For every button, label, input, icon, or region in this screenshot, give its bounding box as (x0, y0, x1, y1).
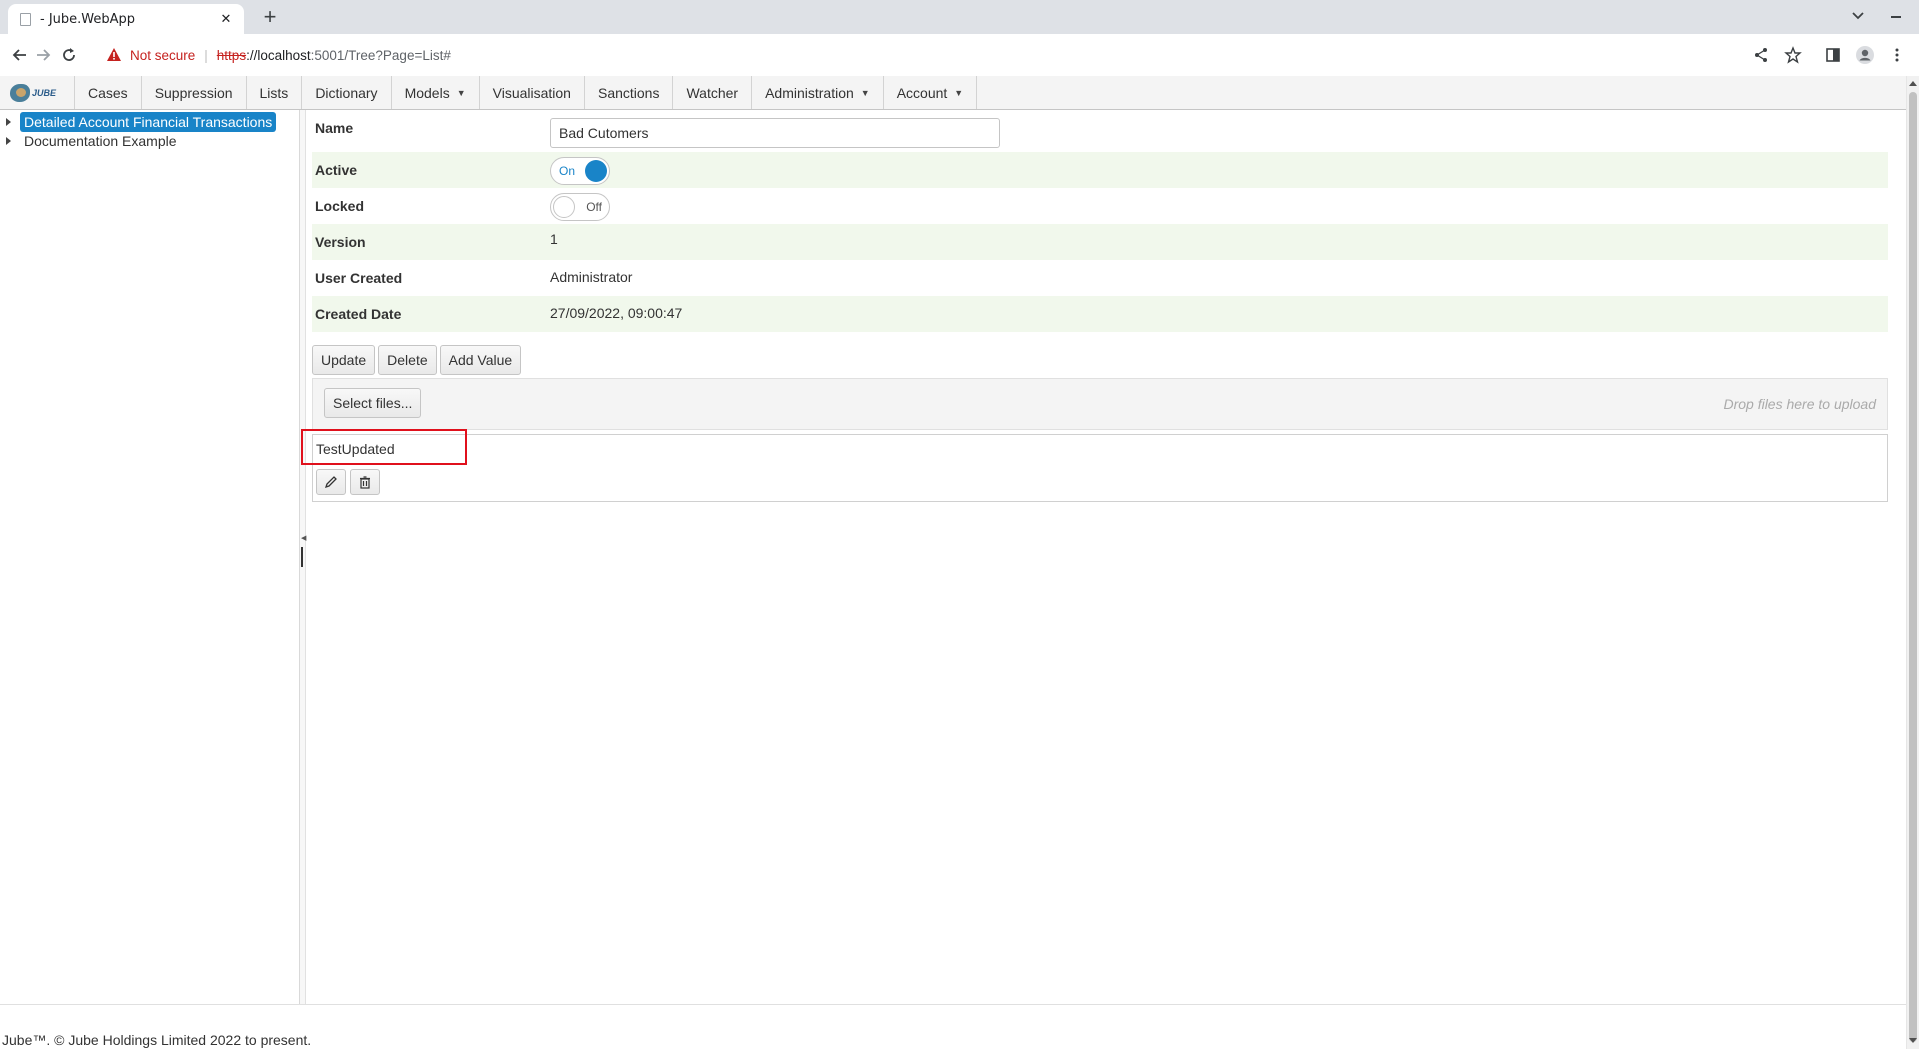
warning-icon (107, 48, 121, 61)
trash-icon (360, 476, 370, 489)
drop-zone-hint: Drop files here to upload (1723, 396, 1876, 412)
jube-logo[interactable]: JUBE (10, 83, 58, 103)
page-footer: Jube™. © Jube Holdings Limited 2022 to p… (0, 1004, 1906, 1049)
created-date-row: Created Date 27/09/2022, 09:00:47 (312, 296, 1888, 332)
browser-toolbar: Not secure | https://localhost:5001/Tree… (0, 34, 1919, 77)
delete-value-button[interactable] (350, 469, 380, 495)
list-value-item: TestUpdated (301, 429, 1888, 502)
bookmark-star-icon[interactable] (1782, 44, 1804, 66)
splitter-handle[interactable] (301, 547, 303, 567)
new-tab-icon[interactable]: + (258, 5, 282, 29)
nav-dictionary[interactable]: Dictionary (301, 76, 390, 109)
nav-cases[interactable]: Cases (74, 76, 141, 109)
select-files-button[interactable]: Select files... (324, 388, 422, 418)
profile-avatar-icon[interactable] (1854, 44, 1876, 66)
name-input[interactable] (550, 118, 1000, 148)
not-secure-label[interactable]: Not secure (130, 48, 195, 63)
expand-arrow-icon[interactable] (6, 137, 11, 145)
tree-item-documentation-example[interactable]: Documentation Example (6, 130, 181, 152)
nav-watcher[interactable]: Watcher (672, 76, 751, 109)
dropdown-caret-icon: ▼ (456, 87, 466, 98)
file-upload-area[interactable]: Select files... Drop files here to uploa… (312, 378, 1888, 430)
tree-item-label[interactable]: Documentation Example (20, 131, 181, 151)
name-row: Name (312, 110, 1888, 148)
url-scheme: https (216, 47, 247, 63)
nav-administration[interactable]: Administration ▼ (751, 76, 883, 109)
locked-toggle[interactable]: Off (550, 193, 610, 221)
share-icon[interactable] (1750, 44, 1772, 66)
jube-logo-icon (10, 84, 30, 102)
active-toggle[interactable]: On (550, 157, 610, 185)
app-menu-bar: JUBE Cases Suppression Lists Dictionary … (0, 76, 1906, 110)
delete-button[interactable]: Delete (378, 345, 437, 375)
version-label: Version (315, 234, 366, 250)
tab-title: - Jube.WebApp (40, 11, 136, 27)
active-row: Active On (312, 152, 1888, 188)
forward-arrow-icon[interactable] (31, 43, 55, 67)
user-created-row: User Created Administrator (312, 260, 1888, 296)
reload-icon[interactable] (57, 43, 81, 67)
dropdown-caret-icon: ▼ (860, 87, 870, 98)
expand-arrow-icon[interactable] (6, 118, 11, 126)
tab-search-chevron-icon[interactable] (1851, 9, 1865, 23)
page-scrollbar[interactable] (1906, 76, 1919, 1049)
browser-tab[interactable]: - Jube.WebApp ✕ (8, 4, 244, 34)
version-row: Version 1 (312, 224, 1888, 260)
window-minimize-icon[interactable] (1891, 16, 1901, 18)
page-favicon-icon (20, 12, 31, 26)
edit-value-button[interactable] (316, 469, 346, 495)
browser-menu-icon[interactable] (1886, 44, 1908, 66)
nav-visualisation[interactable]: Visualisation (478, 76, 584, 109)
active-label: Active (315, 162, 358, 178)
main-content: Name Active On Locked Off Version 1 User… (301, 110, 1906, 1004)
scrollbar-thumb[interactable] (1909, 92, 1917, 1042)
url-path: :5001/Tree?Page=List# (310, 47, 451, 63)
dropdown-caret-icon: ▼ (954, 87, 964, 98)
address-bar[interactable]: Not secure | https://localhost:5001/Tree… (106, 40, 1446, 70)
locked-label: Locked (315, 198, 365, 214)
add-value-button[interactable]: Add Value (439, 345, 522, 375)
pencil-icon (324, 476, 337, 489)
update-button[interactable]: Update (312, 345, 376, 375)
highlight-box (301, 429, 467, 465)
scroll-down-arrow-icon[interactable] (1909, 1038, 1917, 1043)
locked-row: Locked Off (312, 188, 1888, 224)
nav-lists[interactable]: Lists (245, 76, 302, 109)
version-value: 1 (550, 231, 558, 247)
browser-tabstrip: - Jube.WebApp ✕ + (0, 0, 1919, 34)
name-label: Name (315, 120, 354, 136)
copyright-text: Jube™. © Jube Holdings Limited 2022 to p… (2, 1032, 312, 1048)
action-buttons: Update Delete Add Value (312, 345, 524, 375)
user-created-label: User Created (315, 270, 403, 286)
tab-close-icon[interactable]: ✕ (218, 11, 234, 27)
nav-sanctions[interactable]: Sanctions (583, 76, 672, 109)
nav-account[interactable]: Account ▼ (882, 76, 978, 109)
back-arrow-icon[interactable] (8, 43, 32, 67)
nav-suppression[interactable]: Suppression (140, 76, 246, 109)
tree-item-label[interactable]: Detailed Account Financial Transactions (20, 112, 277, 132)
user-created-value: Administrator (550, 269, 633, 285)
tree-sidebar: Detailed Account Financial Transactions … (0, 110, 300, 1004)
side-panel-icon[interactable] (1822, 44, 1844, 66)
url-host: ://localhost (246, 47, 311, 63)
created-date-value: 27/09/2022, 09:00:47 (550, 305, 683, 321)
nav-models[interactable]: Models ▼ (390, 76, 479, 109)
created-date-label: Created Date (315, 306, 402, 322)
scroll-up-arrow-icon[interactable] (1909, 81, 1917, 86)
